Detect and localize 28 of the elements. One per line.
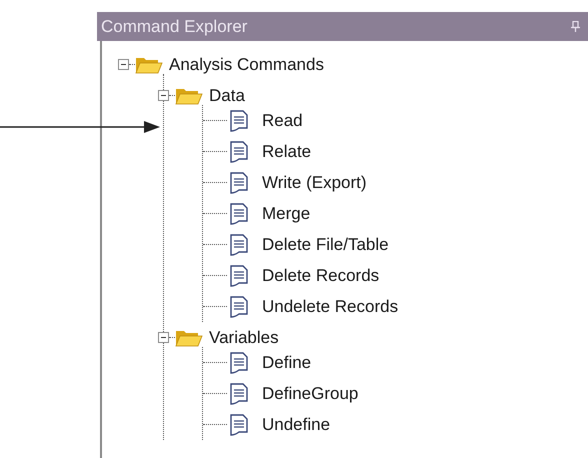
tree-item[interactable]: Data [209,86,245,106]
document-icon [229,414,249,436]
document-icon [229,110,249,132]
document-icon [229,172,249,194]
collapse-toggle-icon[interactable] [158,90,169,101]
document-icon [229,264,249,286]
tree-item[interactable]: Analysis Commands [169,54,324,74]
collapse-toggle-icon[interactable] [158,332,169,343]
tree-item[interactable]: Read [262,110,303,130]
tree-item[interactable]: Undefine [262,414,330,434]
collapse-toggle-icon[interactable] [118,59,129,70]
tree-item[interactable]: DefineGroup [262,384,358,404]
document-icon [229,352,249,374]
document-icon [229,382,249,404]
panel-title: Command Explorer [101,16,248,36]
tree-item[interactable]: Relate [262,142,312,162]
pin-icon[interactable] [571,21,580,32]
document-icon [229,296,249,318]
document-icon [229,140,249,162]
tree-item[interactable]: Write (Export) [262,172,367,192]
tree-item[interactable]: Delete Records [262,266,380,286]
tree-item[interactable]: Variables [209,328,279,348]
document-icon [229,202,249,224]
document-icon [229,234,249,256]
tree-item[interactable]: Define [262,352,312,372]
tree-item[interactable]: Undelete Records [262,296,398,316]
tree-item[interactable]: Merge [262,204,310,224]
tree-item[interactable]: Delete File/Table [262,234,389,254]
